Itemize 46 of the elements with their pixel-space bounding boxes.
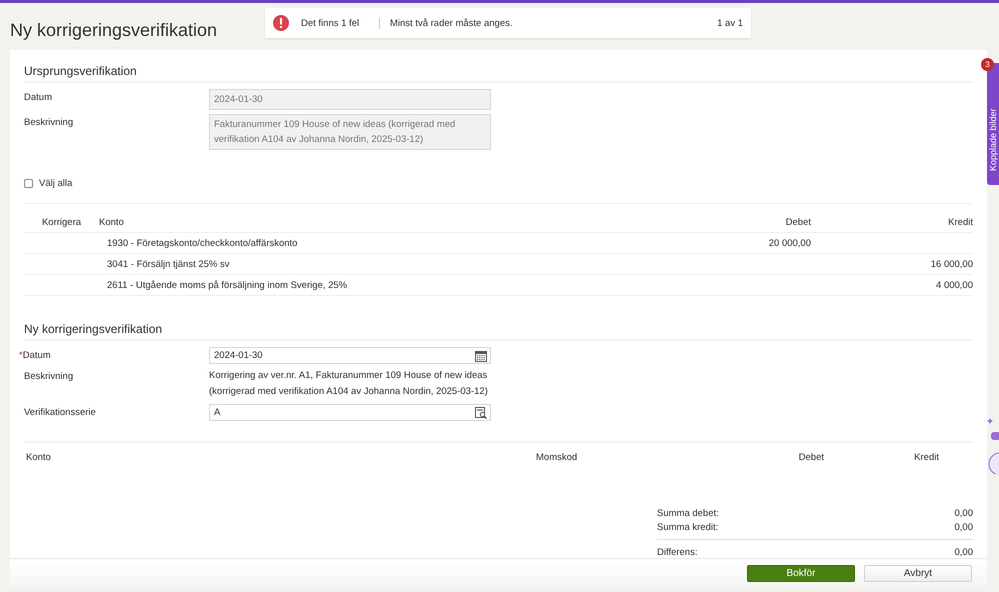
field-label: Beskrivning <box>24 116 74 128</box>
post-button[interactable]: Bokför <box>747 564 855 582</box>
cancel-button[interactable]: Avbryt <box>864 564 972 582</box>
table-cell: 3041 - Försäljn tjänst 25% sv <box>99 254 711 275</box>
readonly-field: 2024-01-30 <box>209 89 491 110</box>
field-label: Beskrivning <box>24 371 74 382</box>
column-header: Debet <box>798 451 824 465</box>
column-header: Konto <box>25 451 52 465</box>
error-counter: 1 av 1 <box>717 18 743 28</box>
total-label: Summa debet: <box>657 508 720 519</box>
error-summary: Det finns 1 fel <box>300 18 360 28</box>
error-message: Minst två rader måste anges. <box>379 18 718 28</box>
field-label: Verifikationsserie <box>24 407 96 418</box>
column-header: Korrigera <box>24 212 99 233</box>
total-value: 0,00 <box>954 522 973 533</box>
checkbox[interactable] <box>24 179 33 188</box>
total-label: Summa kredit: <box>657 522 720 533</box>
field-label: Datum <box>22 350 51 361</box>
total-label: Differens: <box>657 547 698 558</box>
column-header: Kredit <box>811 212 973 233</box>
series-field[interactable]: A <box>209 404 491 421</box>
page-title: Ny korrigeringsverifikation <box>10 20 218 41</box>
date-field[interactable]: 2024-01-30 <box>209 347 491 364</box>
total-value: 0,00 <box>954 508 973 519</box>
section-heading: Ursprungsverifikation <box>24 64 973 83</box>
table-cell: 16 000,00 <box>811 254 973 275</box>
calendar-icon[interactable] <box>475 350 487 362</box>
readonly-field: Fakturanummer 109 House of new ideas (korrigerad med verifikation A104 av Johanna Nordin, 2025-03-12) <box>209 114 491 150</box>
section-heading: Ny korrigeringsverifikation <box>24 322 973 341</box>
description-text: Korrigering av ver.nr. A1, Fakturanummer 109 House of new ideas (korrigerad med verifikation A104 av Johanna Nordin, 2025-03-12) <box>209 369 489 399</box>
select-all-checkbox[interactable]: Välj alla <box>24 178 973 189</box>
column-header: Konto <box>99 212 711 233</box>
column-header: Kredit <box>913 451 939 465</box>
column-header: Debet <box>711 212 811 233</box>
field-label: Datum <box>24 91 53 103</box>
table-cell: 4 000,00 <box>811 275 973 296</box>
checkbox-label: Välj alla <box>39 178 72 189</box>
table-cell: 2611 - Utgående moms på försäljning inom Sverige, 25% <box>99 275 711 296</box>
required-mark: * <box>19 350 23 361</box>
lookup-icon[interactable] <box>475 406 487 418</box>
error-icon <box>273 15 289 31</box>
table-cell: 1930 - Företagskonto/checkkonto/affärskonto <box>99 233 711 254</box>
table-cell: 20 000,00 <box>711 233 811 254</box>
column-header: Momskod <box>535 451 578 465</box>
total-value: 0,00 <box>954 547 973 558</box>
assistant-icon[interactable] <box>987 416 999 474</box>
